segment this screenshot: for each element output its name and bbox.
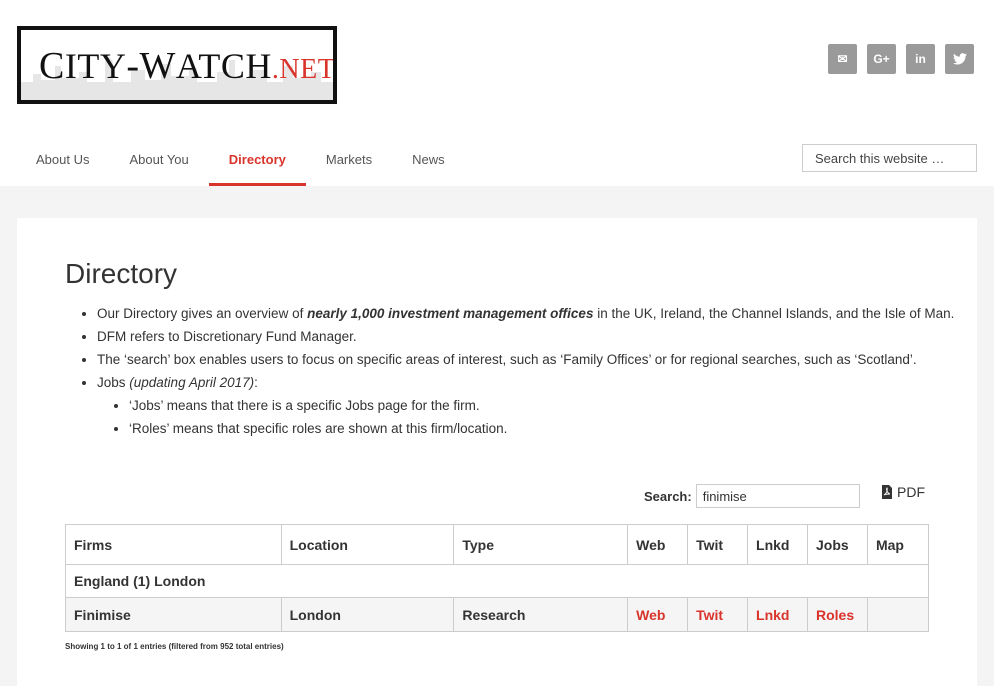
cell-type: Research <box>453 597 629 632</box>
pdf-icon <box>882 485 892 499</box>
cell-map <box>866 597 930 632</box>
web-link[interactable]: Web <box>636 607 665 623</box>
table-search: Search: <box>644 484 860 508</box>
social-links: ✉ G+ in <box>828 44 974 74</box>
cell-jobs: Roles <box>807 597 868 632</box>
list-item: DFM refers to Discretionary Fund Manager… <box>97 325 957 348</box>
table-header-row: Firms Location Type Web Twit Lnkd Jobs M… <box>65 524 930 565</box>
cell-location: London <box>280 597 455 632</box>
cell-web: Web <box>627 597 689 632</box>
group-label: England (1) London <box>65 564 929 598</box>
list-item: Our Directory gives an overview of nearl… <box>97 302 957 325</box>
content-card: Directory Our Directory gives an overvie… <box>17 218 977 686</box>
list-item: The ‘search’ box enables users to focus … <box>97 348 957 371</box>
logo-wordmark: CITY-WATCH.NET <box>39 45 336 87</box>
twitter-icon[interactable] <box>945 44 974 74</box>
roles-link[interactable]: Roles <box>816 607 854 623</box>
main-nav: About Us About You Directory Markets New… <box>16 130 465 186</box>
twit-link[interactable]: Twit <box>696 607 723 623</box>
mail-icon[interactable]: ✉ <box>828 44 857 74</box>
nav-markets[interactable]: Markets <box>306 130 392 186</box>
table-search-input[interactable] <box>695 484 860 508</box>
column-header-web[interactable]: Web <box>627 524 689 565</box>
site-logo[interactable]: CITY-WATCH.NET <box>17 26 337 104</box>
table-search-label: Search: <box>644 488 692 504</box>
list-item: ‘Jobs’ means that there is a specific Jo… <box>129 394 957 417</box>
nav-directory[interactable]: Directory <box>208 130 306 186</box>
directory-table: Firms Location Type Web Twit Lnkd Jobs M… <box>65 524 930 632</box>
table-group-row: England (1) London <box>65 564 929 598</box>
table-row: Finimise London Research Web Twit Lnkd R… <box>65 597 930 632</box>
column-header-firms[interactable]: Firms <box>65 524 282 565</box>
lnkd-link[interactable]: Lnkd <box>756 607 789 623</box>
cell-lnkd: Lnkd <box>747 597 808 632</box>
table-info: Showing 1 to 1 of 1 entries (filtered fr… <box>65 642 284 651</box>
site-header: CITY-WATCH.NET ✉ G+ in About Us About Yo… <box>0 0 994 186</box>
intro-list: Our Directory gives an overview of nearl… <box>97 302 957 440</box>
column-header-twit[interactable]: Twit <box>687 524 749 565</box>
cell-firm: Finimise <box>65 597 282 632</box>
cell-twit: Twit <box>687 597 749 632</box>
column-header-map[interactable]: Map <box>866 524 930 565</box>
column-header-jobs[interactable]: Jobs <box>807 524 868 565</box>
site-search-input[interactable] <box>802 144 977 172</box>
nav-about-you[interactable]: About You <box>109 130 208 186</box>
pdf-button[interactable]: PDF <box>881 484 925 500</box>
list-item: ‘Roles’ means that specific roles are sh… <box>129 417 957 440</box>
list-item: Jobs (updating April 2017): ‘Jobs’ means… <box>97 371 957 440</box>
column-header-location[interactable]: Location <box>280 524 455 565</box>
pdf-label: PDF <box>897 484 925 500</box>
column-header-type[interactable]: Type <box>453 524 629 565</box>
page-title: Directory <box>65 258 178 289</box>
nav-news[interactable]: News <box>392 130 465 186</box>
linkedin-icon[interactable]: in <box>906 44 935 74</box>
column-header-lnkd[interactable]: Lnkd <box>747 524 808 565</box>
nav-about-us[interactable]: About Us <box>16 130 109 186</box>
google-plus-icon[interactable]: G+ <box>867 44 896 74</box>
